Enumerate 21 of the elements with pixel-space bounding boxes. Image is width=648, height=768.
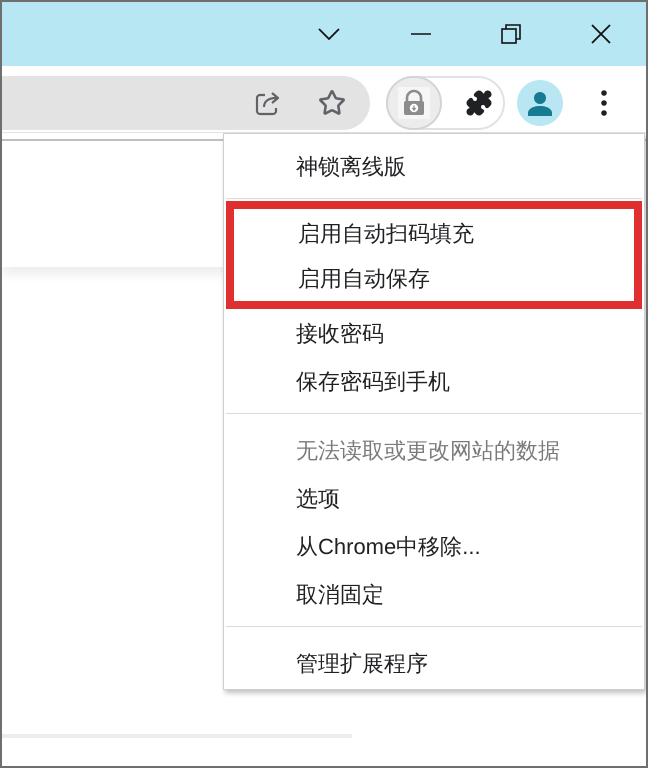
share-icon	[254, 90, 282, 116]
menu-item[interactable]: 神锁离线版	[224, 142, 644, 190]
more-icon	[601, 90, 607, 116]
menu-item[interactable]: 选项	[224, 474, 644, 522]
menu-item[interactable]: 管理扩展程序	[224, 639, 644, 687]
restore-icon	[501, 24, 521, 44]
chevron-down-icon	[318, 28, 340, 40]
menu-item[interactable]: 启用自动保存	[234, 256, 634, 301]
star-icon	[318, 89, 346, 117]
profile-button[interactable]	[517, 80, 563, 126]
menu-item[interactable]: 保存密码到手机	[224, 357, 644, 405]
minimize-icon	[411, 33, 431, 35]
menu-item[interactable]: 取消固定	[224, 570, 644, 618]
person-icon	[527, 90, 553, 116]
menu-item[interactable]: 接收密码	[224, 309, 644, 357]
menu-item[interactable]: 从Chrome中移除...	[224, 522, 644, 570]
padlock-icon	[398, 87, 430, 119]
puzzle-icon	[465, 89, 493, 117]
pinned-extension-button[interactable]	[386, 76, 442, 130]
menu-item[interactable]: 启用自动扫码填充	[234, 211, 634, 256]
close-icon	[591, 24, 611, 44]
